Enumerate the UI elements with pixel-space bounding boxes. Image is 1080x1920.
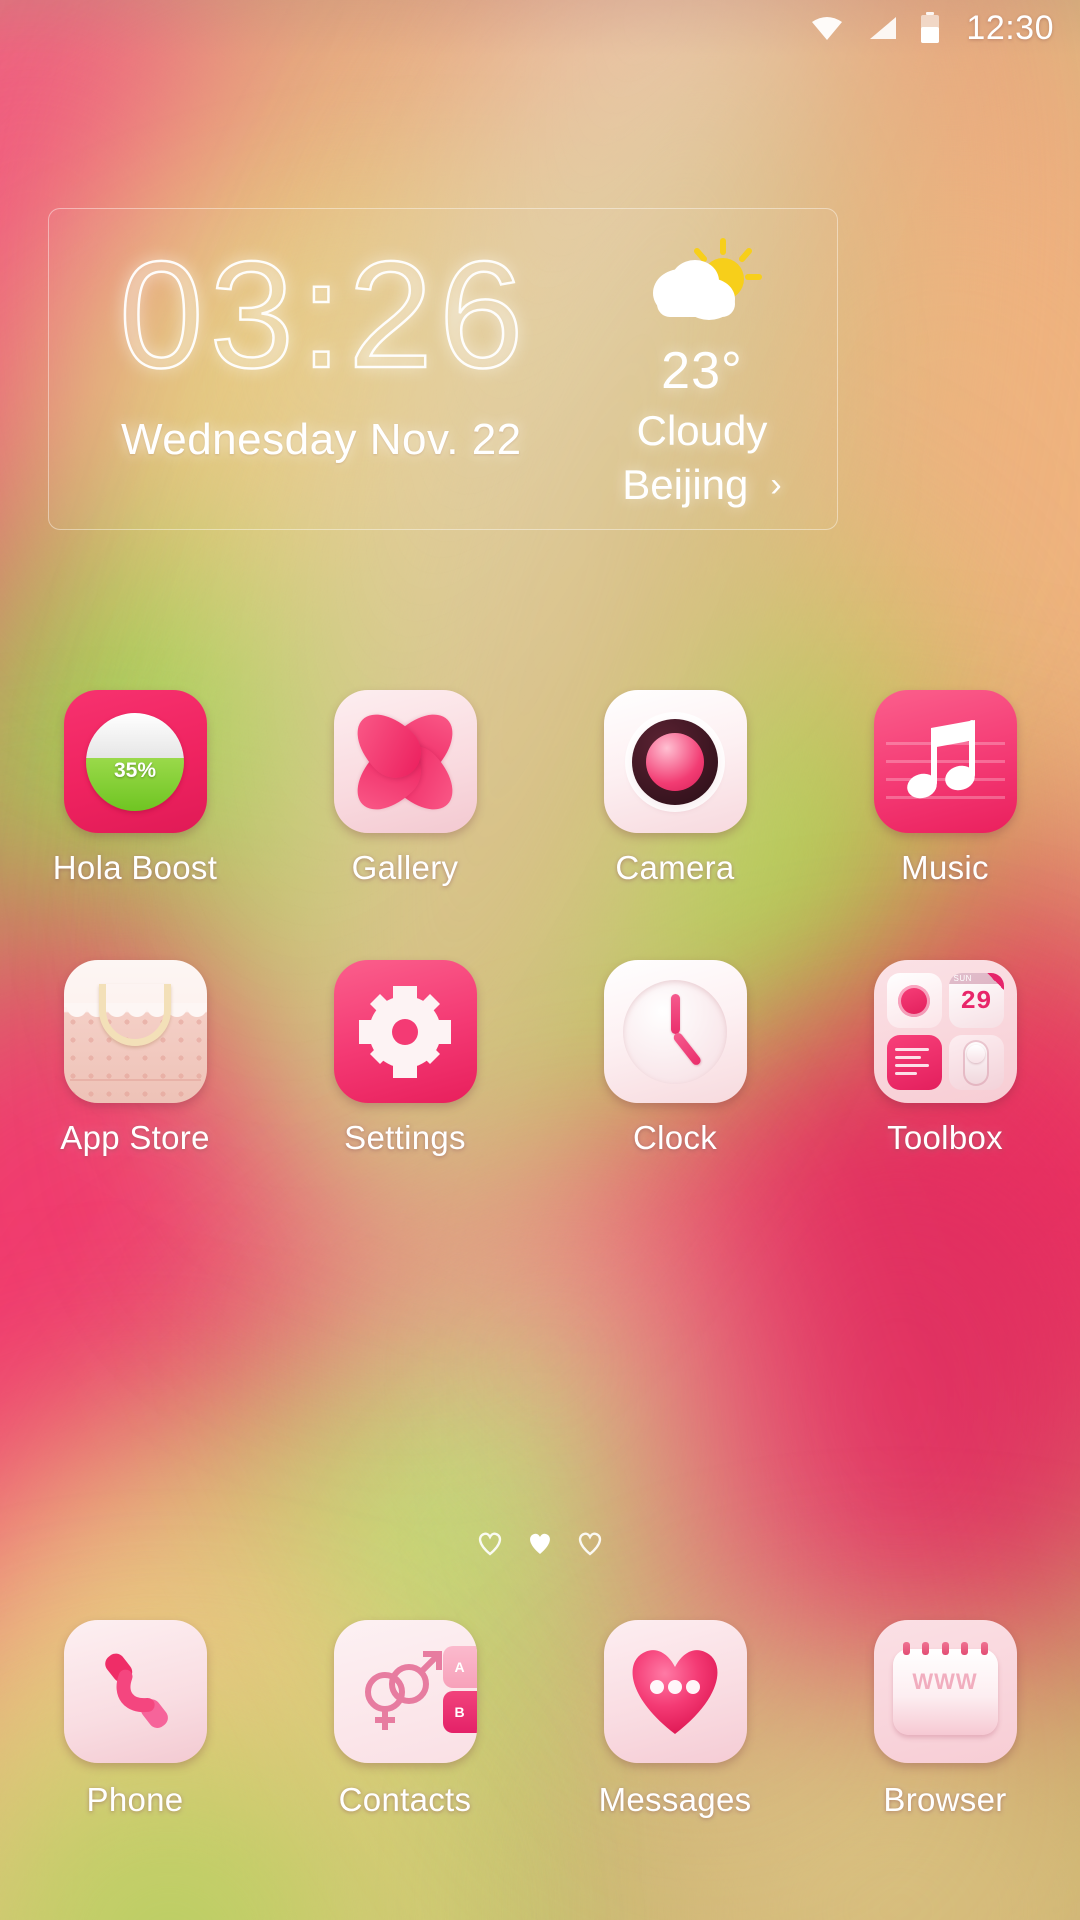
weather-city-row[interactable]: Beijing › bbox=[622, 461, 781, 509]
app-label: Contacts bbox=[338, 1781, 472, 1818]
contacts-index-tabs: A B bbox=[442, 1646, 477, 1733]
app-label: Music bbox=[901, 849, 989, 886]
page-dot-3[interactable] bbox=[576, 1530, 604, 1556]
page-indicator bbox=[0, 1530, 1080, 1556]
app-messages[interactable]: Messages bbox=[540, 1620, 810, 1819]
clock-time: 03:26 bbox=[118, 230, 530, 400]
app-clock[interactable]: Clock bbox=[540, 960, 810, 1157]
app-label: Phone bbox=[86, 1781, 184, 1818]
page-dot-1[interactable] bbox=[476, 1530, 504, 1556]
clock-section[interactable]: 03:26 Wednesday Nov. 22 bbox=[49, 209, 567, 529]
messages-icon[interactable] bbox=[603, 1620, 747, 1763]
signal-icon bbox=[866, 14, 898, 42]
browser-icon[interactable]: WWW bbox=[873, 1620, 1017, 1763]
app-label: Toolbox bbox=[887, 1119, 1003, 1156]
contacts-icon[interactable]: A B bbox=[333, 1620, 477, 1763]
app-contacts[interactable]: A B Contacts bbox=[270, 1620, 540, 1819]
dock: Phone A B Contacts Messages WWW Browser bbox=[0, 1620, 1080, 1819]
weather-condition: Cloudy bbox=[636, 407, 768, 454]
wifi-icon bbox=[810, 14, 844, 42]
toolbox-calendar-day: 29 bbox=[960, 986, 992, 1016]
app-label: Clock bbox=[632, 1119, 718, 1156]
clock-weather-widget[interactable]: 03:26 Wednesday Nov. 22 23° Cloudy Beiji… bbox=[48, 208, 838, 530]
status-bar-time: 12:30 bbox=[966, 8, 1054, 47]
phone-icon[interactable] bbox=[63, 1620, 207, 1763]
app-browser[interactable]: WWW Browser bbox=[810, 1620, 1080, 1819]
app-phone[interactable]: Phone bbox=[0, 1620, 270, 1819]
app-settings[interactable]: Settings bbox=[270, 960, 540, 1157]
status-bar: 12:30 bbox=[0, 0, 1080, 56]
app-label: Hola Boost bbox=[52, 849, 218, 886]
app-app-store[interactable]: App Store bbox=[0, 960, 270, 1157]
app-hola-boost[interactable]: 35% Hola Boost bbox=[0, 690, 270, 887]
app-store-icon[interactable] bbox=[63, 960, 207, 1103]
page-dot-2-active[interactable] bbox=[526, 1530, 554, 1556]
battery-icon bbox=[920, 12, 940, 44]
weather-city: Beijing bbox=[622, 461, 749, 508]
weather-section[interactable]: 23° Cloudy Beijing › bbox=[567, 209, 837, 529]
app-label: Settings bbox=[344, 1119, 466, 1156]
app-label: Browser bbox=[883, 1781, 1007, 1818]
toolbox-tile-notes bbox=[886, 1035, 942, 1090]
music-icon[interactable] bbox=[873, 690, 1017, 833]
app-music[interactable]: Music bbox=[810, 690, 1080, 887]
app-label: Gallery bbox=[351, 849, 459, 886]
clock-icon[interactable] bbox=[603, 960, 747, 1103]
app-label: App Store bbox=[60, 1119, 210, 1156]
app-grid-row-1: 35% Hola Boost Gallery Camera Music bbox=[0, 690, 1080, 887]
weather-temperature: 23° bbox=[661, 342, 743, 400]
clock-date: Wednesday Nov. 22 bbox=[121, 415, 522, 464]
toolbox-tile-calendar: SUN 29 bbox=[948, 973, 1004, 1028]
partly-cloudy-icon bbox=[637, 235, 767, 331]
app-camera[interactable]: Camera bbox=[540, 690, 810, 887]
app-grid-row-2: App Store Settings Clock SUN 29 Toolbox bbox=[0, 960, 1080, 1157]
app-toolbox[interactable]: SUN 29 Toolbox bbox=[810, 960, 1080, 1157]
contacts-tab-b: B bbox=[442, 1691, 477, 1733]
toolbox-icon[interactable]: SUN 29 bbox=[873, 960, 1017, 1103]
settings-icon[interactable] bbox=[333, 960, 477, 1103]
chevron-right-icon[interactable]: › bbox=[770, 466, 781, 505]
toolbox-tile-toggle bbox=[948, 1035, 1004, 1090]
gallery-icon[interactable] bbox=[333, 690, 477, 833]
contacts-tab-a: A bbox=[442, 1646, 477, 1688]
toolbox-calendar-weekday: SUN bbox=[953, 974, 972, 983]
hola-boost-percent: 35% bbox=[113, 758, 157, 782]
browser-www-text: WWW bbox=[912, 1668, 978, 1694]
hola-boost-icon[interactable]: 35% bbox=[63, 690, 207, 833]
app-gallery[interactable]: Gallery bbox=[270, 690, 540, 887]
browser-spiral-rings bbox=[902, 1641, 988, 1655]
app-label: Camera bbox=[615, 849, 735, 886]
app-label: Messages bbox=[598, 1781, 752, 1818]
toolbox-tile-clock bbox=[886, 973, 942, 1028]
camera-icon[interactable] bbox=[603, 690, 747, 833]
